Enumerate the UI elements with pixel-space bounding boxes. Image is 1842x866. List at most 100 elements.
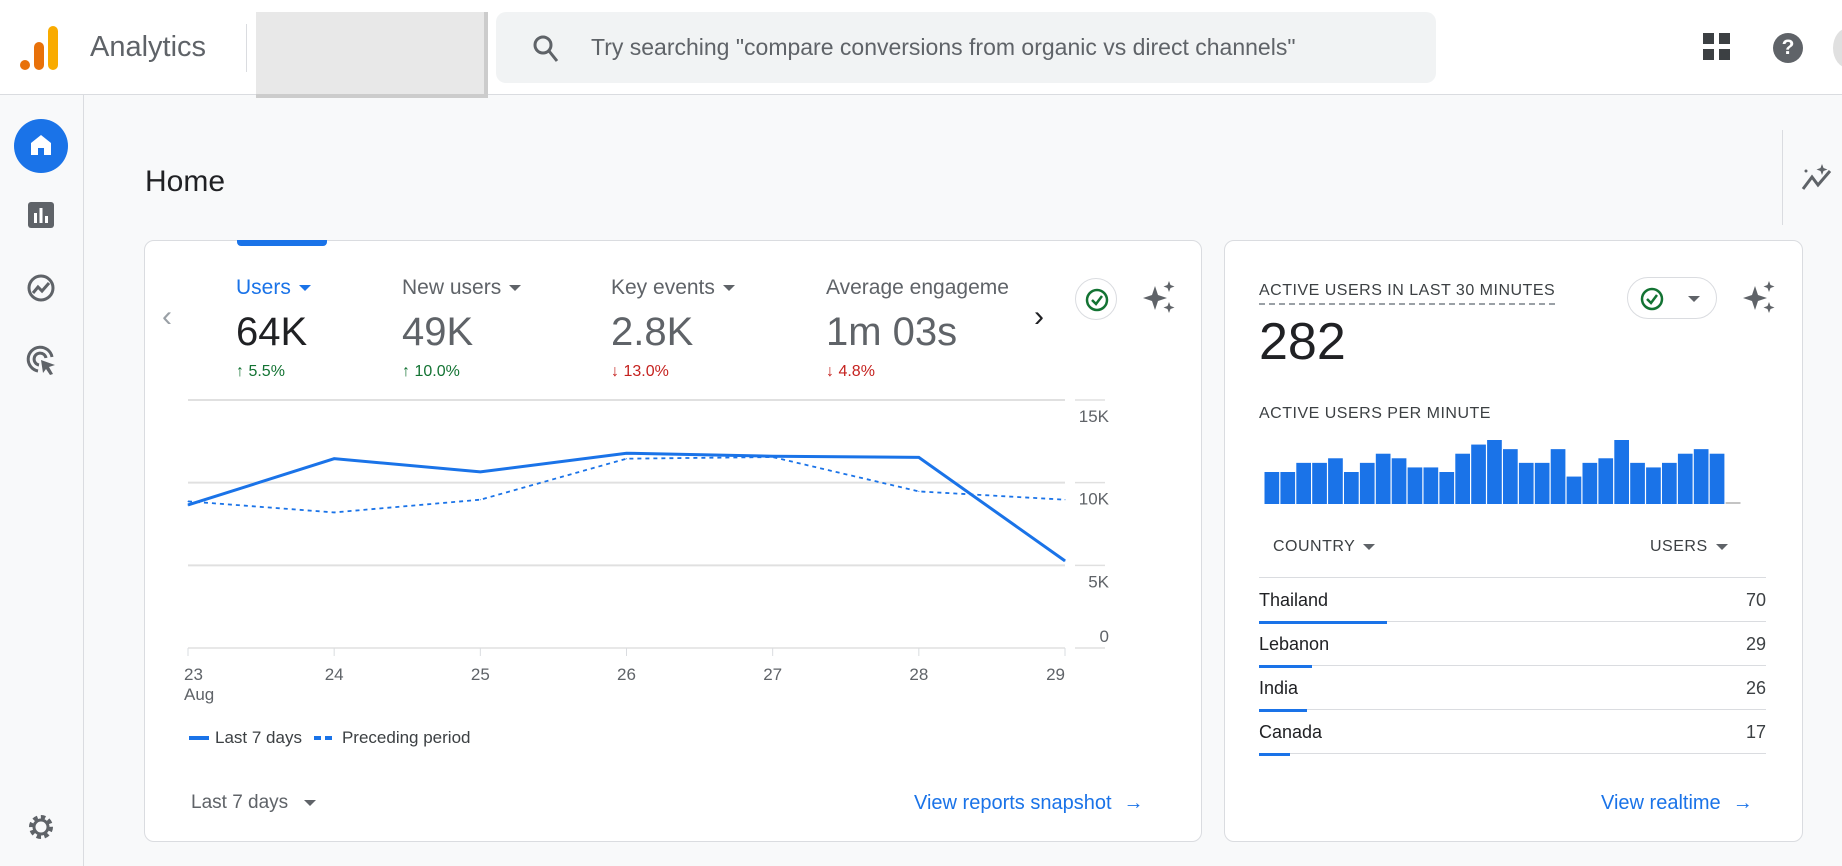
country-row[interactable]: Thailand 70 [1259,578,1766,624]
minute-bar [1407,467,1423,504]
dropdown-icon [1363,543,1376,550]
x-tick-label: 23 [184,665,203,684]
minute-bar [1312,462,1327,504]
arrow-right-icon: → [1123,792,1144,814]
view-realtime-link[interactable]: View realtime → [1601,792,1753,815]
legend-solid-swatch [189,736,209,740]
apps-grid-icon[interactable] [1703,33,1731,61]
dropdown-icon [1715,543,1728,550]
sparkle-icon[interactable] [1742,280,1778,316]
check-circle-icon [1640,287,1664,311]
chevron-left-icon[interactable]: ‹ [162,300,172,334]
series-line-dashed [187,456,1066,514]
data-point [1064,499,1066,501]
realtime-title[interactable]: ACTIVE USERS IN LAST 30 MINUTES [1259,282,1556,305]
minute-bar [1709,453,1725,504]
country-name: India [1259,678,1299,698]
users-line-chart: 0 5K 10K 15K 23 24 25 26 27 28 29 Aug [184,399,1110,704]
metric-label: New users [402,276,502,299]
selected-tab-indicator [237,240,327,246]
avatar[interactable] [1833,28,1842,68]
metric-value: 49K [402,310,474,354]
x-sublabel: Aug [184,685,214,704]
minute-bar [1677,453,1693,504]
country-row[interactable]: Lebanon 29 [1259,622,1766,668]
page-title: Home [145,165,226,198]
arrow-up-icon: ↑ [402,363,415,380]
settings-gear-icon[interactable] [26,812,56,842]
data-point [626,452,627,454]
divider [246,24,247,72]
legend-label: Last 7 days [215,728,302,747]
link-label: View reports snapshot [914,792,1112,814]
sidebar-item-home[interactable] [14,119,68,173]
minute-bar [1455,453,1470,504]
search-input[interactable]: Try searching "compare conversions from … [496,12,1436,83]
dropdown-icon [509,285,522,292]
data-point [479,499,481,501]
metric-tab-avg-engagement[interactable]: Average engageme 1m 03s ↓ 4.8% [826,276,1012,381]
users-column-header[interactable]: USERS [1650,538,1728,556]
reports-icon[interactable] [27,201,55,229]
data-quality-dropdown[interactable] [1627,277,1717,319]
minute-bar [1264,472,1280,504]
country-row[interactable]: India 26 [1259,666,1766,712]
arrow-right-icon: → [1732,792,1753,814]
chart-legend: Last 7 days Preceding period [189,728,470,748]
data-point [918,490,920,492]
data-point [333,511,335,513]
user-count: 26 [1745,678,1766,698]
per-minute-label: ACTIVE USERS PER MINUTE [1259,405,1491,422]
y-tick-label: 0 [1100,627,1109,646]
home-icon [31,135,51,155]
x-tick-label: 24 [325,665,344,684]
dropdown-icon [1688,296,1700,302]
chevron-right-icon[interactable]: › [1024,300,1054,334]
arrow-down-icon: ↓ [826,363,839,380]
minute-bar [1614,440,1629,504]
minute-bar [1518,462,1534,504]
data-point [626,458,627,460]
account-selector[interactable] [256,12,488,98]
x-tick-label: 29 [1046,665,1065,684]
column-label: USERS [1650,538,1708,555]
data-point [772,456,774,458]
metric-value: 2.8K [611,310,694,354]
dropdown-icon [304,799,317,806]
share-bar [1259,753,1291,756]
help-icon[interactable]: ? [1773,33,1803,63]
minute-bar [1296,462,1311,504]
y-tick-label: 15K [1079,407,1110,426]
view-reports-snapshot-link[interactable]: View reports snapshot → [914,792,1144,815]
minute-bar [1503,449,1518,504]
metric-change: 4.8% [838,363,875,380]
country-column-header[interactable]: COUNTRY [1273,538,1376,556]
metric-value: 1m 03s [826,310,958,354]
advertising-icon[interactable] [26,345,58,377]
divider [1782,130,1783,225]
minute-bar-empty [1725,502,1741,504]
data-point [187,504,189,506]
data-point [479,471,481,473]
sparkle-icon[interactable] [1142,280,1178,316]
country-row[interactable]: Canada 17 [1259,710,1766,756]
analytics-logo[interactable] [18,22,62,72]
date-range-selector[interactable]: Last 7 days [191,792,317,814]
minute-bar [1328,458,1343,504]
metric-change: 5.5% [248,363,285,380]
minute-bar [1359,462,1375,504]
search-placeholder: Try searching "compare conversions from … [591,34,1296,60]
user-count: 70 [1745,590,1766,610]
metric-tab-users[interactable]: Users 64K ↑ 5.5% [236,276,311,381]
country-name: Canada [1259,722,1323,742]
insights-icon[interactable] [1800,163,1834,193]
y-tick-label: 10K [1079,490,1110,509]
metric-tab-key-events[interactable]: Key events 2.8K ↓ 13.0% [611,276,735,381]
metric-value: 64K [236,310,308,354]
metric-change: 10.0% [414,363,460,380]
data-quality-button[interactable] [1075,278,1117,320]
metric-tab-new-users[interactable]: New users 49K ↑ 10.0% [402,276,522,381]
explore-icon[interactable] [26,273,56,303]
minute-bar [1550,449,1566,504]
data-point [918,456,920,458]
